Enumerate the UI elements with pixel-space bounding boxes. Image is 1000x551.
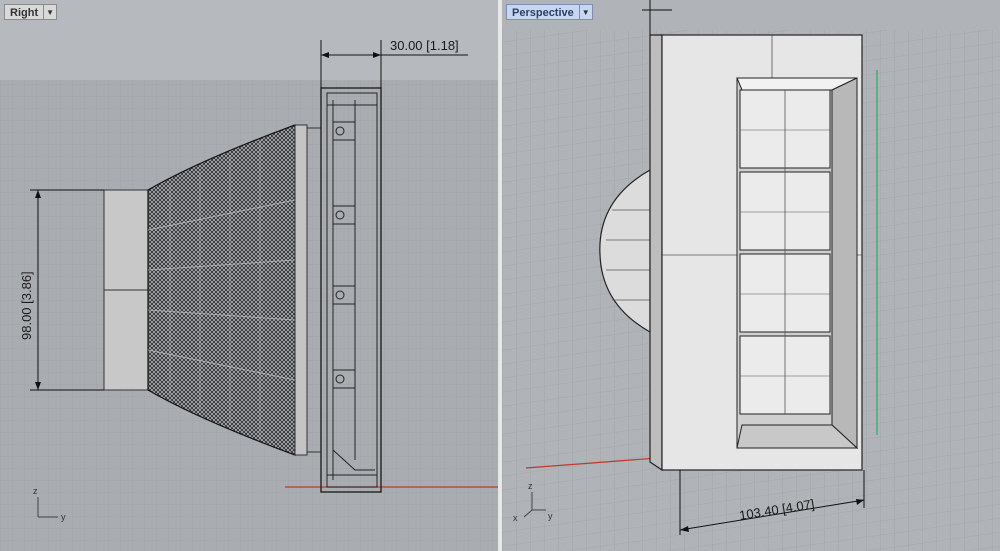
chevron-down-icon[interactable]: ▼ [44,4,58,20]
perspective-viewport[interactable]: Perspective ▼ 103.40 [4.07] x z y [502,0,1000,551]
viewport-tab-perspective[interactable]: Perspective ▼ [506,4,593,20]
dimension-label-horizontal: 30.00 [1.18] [390,38,459,53]
frame-box [649,34,863,472]
axis-label-z: z [528,481,533,491]
axis-label-y: y [548,511,553,521]
viewport-title[interactable]: Perspective [506,4,580,20]
axis-label-z: z [33,486,38,496]
right-view-canvas[interactable]: 30.00 [1.18] 98.00 [3.86] z y [0,0,498,551]
viewport-title[interactable]: Right [4,4,45,20]
axis-label-x: x [513,513,518,523]
perspective-view-canvas[interactable]: 103.40 [4.07] x z y [502,0,1000,551]
viewport-tab-right[interactable]: Right ▼ [4,4,58,20]
axis-label-y: y [61,512,66,522]
right-viewport[interactable]: Right ▼ 30.00 [1.18] 98.00 [3.86] z y [0,0,498,551]
dimension-label-vertical: 98.00 [3.86] [19,271,34,340]
chevron-down-icon[interactable]: ▼ [579,4,593,20]
